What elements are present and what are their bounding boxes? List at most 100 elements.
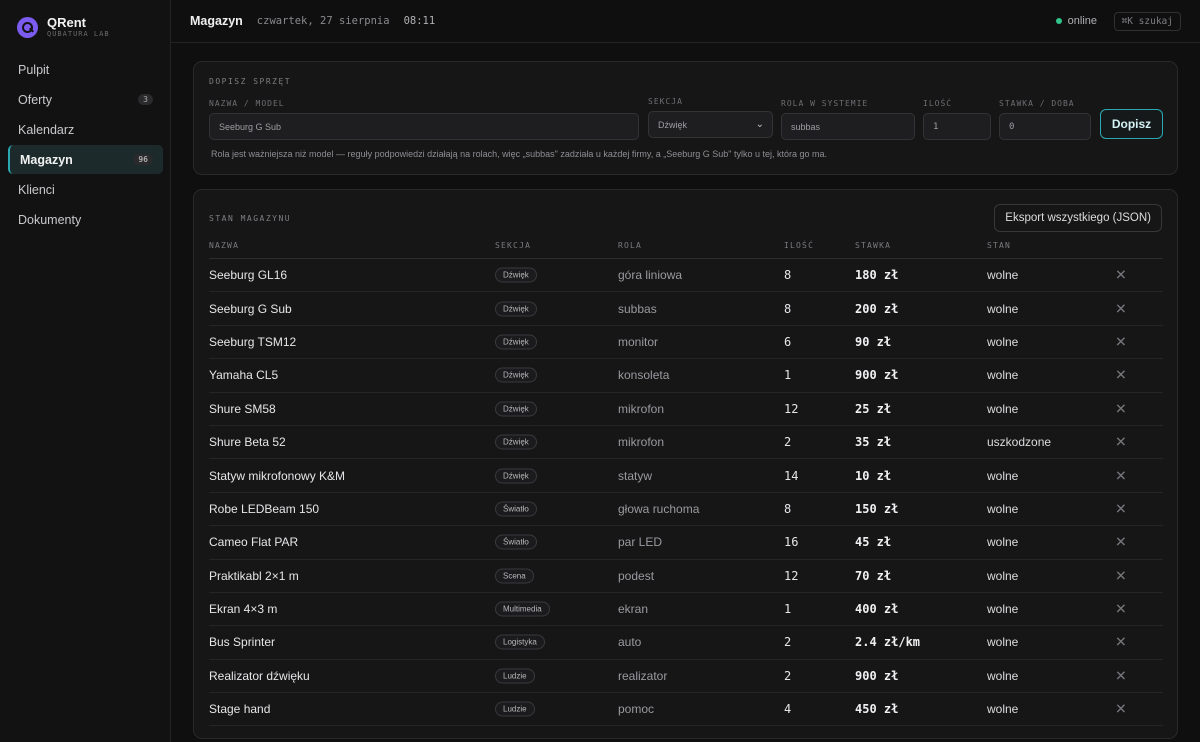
item-qty: 2 bbox=[784, 435, 792, 450]
item-rate: 180 zł bbox=[855, 268, 899, 283]
item-role: subbas bbox=[618, 301, 657, 316]
column-qty[interactable]: ILOŚĆ bbox=[784, 241, 814, 250]
section-badge: Ludzie bbox=[495, 668, 535, 684]
column-role[interactable]: ROLA bbox=[618, 241, 642, 250]
export-json-button[interactable]: Eksport wszystkiego (JSON) bbox=[994, 204, 1162, 232]
item-rate: 70 zł bbox=[855, 568, 892, 583]
delete-icon[interactable]: ✕ bbox=[1115, 267, 1127, 284]
table-row[interactable]: Ekran 4×3 m Multimedia ekran 1 400 zł wolne ✕ bbox=[209, 593, 1163, 627]
table-row[interactable]: Seeburg TSM12 Dźwięk monitor 6 90 zł wolne ✕ bbox=[209, 326, 1163, 360]
column-rate[interactable]: STAWKA bbox=[855, 241, 891, 250]
add-equipment-heading: DOPISZ SPRZĘT bbox=[209, 77, 292, 86]
sidebar-item-dokumenty[interactable]: Dokumenty bbox=[8, 205, 163, 234]
delete-icon[interactable]: ✕ bbox=[1115, 400, 1127, 417]
table-row[interactable]: Praktikabl 2×1 m Scena podest 12 70 zł wolne ✕ bbox=[209, 560, 1163, 593]
delete-icon[interactable]: ✕ bbox=[1115, 467, 1127, 484]
delete-icon[interactable]: ✕ bbox=[1115, 534, 1127, 551]
role-input[interactable]: subbas bbox=[781, 113, 915, 140]
item-rate: 10 zł bbox=[855, 468, 892, 483]
delete-icon[interactable]: ✕ bbox=[1115, 300, 1127, 317]
table-row[interactable]: Robe LEDBeam 150 Światło głowa ruchoma 8 150… bbox=[209, 493, 1163, 527]
delete-icon[interactable]: ✕ bbox=[1115, 434, 1127, 451]
item-state: wolne bbox=[987, 268, 1019, 283]
column-name[interactable]: NAZWA bbox=[209, 241, 239, 250]
sidebar-item-label: Kalendarz bbox=[18, 122, 75, 137]
section-badge: Dźwięk bbox=[495, 334, 537, 350]
section-badge: Światło bbox=[495, 501, 537, 517]
table-row[interactable]: Realizator dźwięku Ludzie realizator 2 900 z… bbox=[209, 660, 1163, 694]
section-badge: Dźwięk bbox=[495, 401, 537, 417]
stock-heading: STAN MAGAZYNU bbox=[209, 214, 292, 223]
item-role: statyw bbox=[618, 468, 653, 483]
item-role: głowa ruchoma bbox=[618, 501, 700, 516]
column-state[interactable]: STAN bbox=[987, 241, 1011, 250]
section-badge: Dźwięk bbox=[495, 267, 537, 283]
item-role: mikrofon bbox=[618, 435, 665, 450]
section-badge: Dźwięk bbox=[495, 468, 537, 484]
delete-icon[interactable]: ✕ bbox=[1115, 601, 1127, 618]
section-badge: Światło bbox=[495, 534, 537, 550]
name-label: NAZWA / MODEL bbox=[209, 99, 285, 108]
delete-icon[interactable]: ✕ bbox=[1115, 701, 1127, 718]
stock-table-body: Seeburg GL16 Dźwięk góra liniowa 8 180 zł wol… bbox=[209, 259, 1163, 727]
item-name: Shure SM58 bbox=[209, 401, 276, 416]
chevron-down-icon: ⌄ bbox=[755, 119, 764, 130]
sidebar-item-klienci[interactable]: Klienci bbox=[8, 175, 163, 204]
delete-icon[interactable]: ✕ bbox=[1115, 667, 1127, 684]
table-row[interactable]: Shure SM58 Dźwięk mikrofon 12 25 zł wolne ✕ bbox=[209, 393, 1163, 426]
item-qty: 2 bbox=[784, 668, 792, 683]
name-input[interactable]: Seeburg G Sub bbox=[209, 113, 639, 140]
table-row[interactable]: Seeburg GL16 Dźwięk góra liniowa 8 180 zł wol… bbox=[209, 259, 1163, 293]
rate-input[interactable]: 0 bbox=[999, 113, 1091, 140]
table-row[interactable]: Statyw mikrofonowy K&M Dźwięk statyw 14 10 z… bbox=[209, 459, 1163, 493]
column-section[interactable]: SEKCJA bbox=[495, 241, 531, 250]
item-rate: 90 zł bbox=[855, 334, 892, 349]
brand[interactable]: QRent QUBATURA LAB bbox=[17, 16, 110, 39]
section-badge: Multimedia bbox=[495, 601, 550, 617]
qty-input[interactable]: 1 bbox=[923, 113, 991, 140]
table-row[interactable]: Shure Beta 52 Dźwięk mikrofon 2 35 zł uszkodz… bbox=[209, 426, 1163, 460]
sidebar-item-label: Klienci bbox=[18, 182, 55, 197]
table-row[interactable]: Seeburg G Sub Dźwięk subbas 8 200 zł wolne ✕ bbox=[209, 292, 1163, 326]
stock-card: STAN MAGAZYNU Eksport wszystkiego (JSON)… bbox=[193, 189, 1178, 739]
delete-icon[interactable]: ✕ bbox=[1115, 500, 1127, 517]
sidebar-item-kalendarz[interactable]: Kalendarz bbox=[8, 115, 163, 144]
item-state: wolne bbox=[987, 501, 1019, 516]
item-qty: 16 bbox=[784, 535, 799, 550]
item-qty: 6 bbox=[784, 334, 792, 349]
delete-icon[interactable]: ✕ bbox=[1115, 634, 1127, 651]
table-row[interactable]: Bus Sprinter Logistyka auto 2 2.4 zł/km wolne… bbox=[209, 626, 1163, 660]
sidebar-item-pulpit[interactable]: Pulpit bbox=[8, 55, 163, 84]
table-row[interactable]: Cameo Flat PAR Światło par LED 16 45 zł wolne… bbox=[209, 526, 1163, 560]
item-state: wolne bbox=[987, 602, 1019, 617]
delete-icon[interactable]: ✕ bbox=[1115, 567, 1127, 584]
add-button[interactable]: Dopisz bbox=[1100, 109, 1163, 139]
item-role: monitor bbox=[618, 334, 659, 349]
delete-icon[interactable]: ✕ bbox=[1115, 333, 1127, 350]
role-hint: Rola jest ważniejsza niż model — reguły … bbox=[211, 149, 828, 159]
table-row[interactable]: Yamaha CL5 Dźwięk konsoleta 1 900 zł wolne ✕ bbox=[209, 359, 1163, 393]
count-badge: 96 bbox=[133, 154, 153, 165]
item-qty: 12 bbox=[784, 401, 799, 416]
item-state: wolne bbox=[987, 635, 1019, 650]
delete-icon[interactable]: ✕ bbox=[1115, 367, 1127, 384]
item-state: wolne bbox=[987, 535, 1019, 550]
item-name: Shure Beta 52 bbox=[209, 435, 286, 450]
item-name: Seeburg G Sub bbox=[209, 301, 292, 316]
table-row[interactable]: Stage hand Ludzie pomoc 4 450 zł wolne ✕ bbox=[209, 693, 1163, 727]
status-label: online bbox=[1067, 15, 1097, 27]
section-label: SEKCJA bbox=[648, 97, 683, 106]
item-name: Ekran 4×3 m bbox=[209, 602, 278, 617]
search-button[interactable]: ⌘K szukaj bbox=[1113, 12, 1181, 31]
sidebar-item-oferty[interactable]: Oferty 3 bbox=[8, 85, 163, 114]
section-badge: Dźwięk bbox=[495, 301, 537, 317]
sidebar-item-magazyn[interactable]: Magazyn 96 bbox=[8, 145, 163, 174]
item-role: góra liniowa bbox=[618, 268, 683, 283]
item-qty: 1 bbox=[784, 368, 792, 383]
section-badge: Dźwięk bbox=[495, 434, 537, 450]
rate-label: STAWKA / DOBA bbox=[999, 99, 1075, 108]
sidebar-item-label: Magazyn bbox=[20, 152, 73, 167]
section-select[interactable]: Dźwięk ⌄ bbox=[648, 111, 773, 138]
item-role: mikrofon bbox=[618, 401, 665, 416]
table-header: NAZWA SEKCJA ROLA ILOŚĆ STAWKA STAN bbox=[209, 236, 1163, 259]
